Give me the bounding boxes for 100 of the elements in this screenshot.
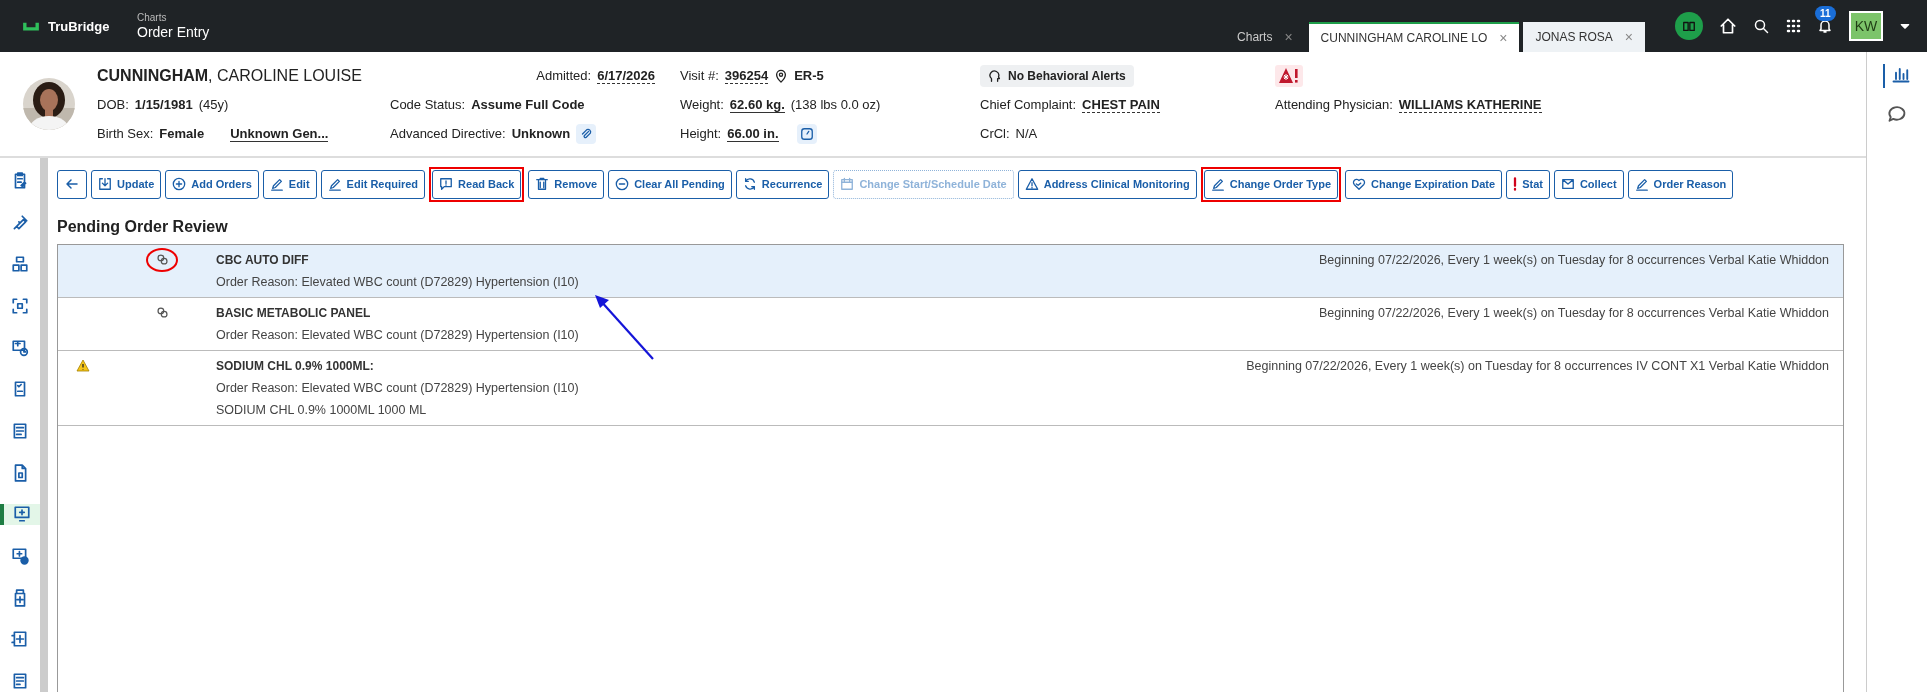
toolbar-button[interactable]: Clear All Pending bbox=[608, 169, 732, 199]
user-avatar[interactable]: KW bbox=[1849, 11, 1883, 41]
section-title: Pending Order Review bbox=[57, 218, 229, 236]
breadcrumb: Charts bbox=[137, 12, 168, 23]
order-schedule: Beginning 07/22/2026, Every 1 week(s) on Tuesday for 8 occurrences Verbal Katie Whiddon bbox=[1318, 306, 1829, 320]
pencil-icon bbox=[1634, 177, 1649, 191]
linked-rings-icon bbox=[155, 306, 169, 319]
scan-icon bbox=[11, 296, 29, 315]
page-title: Order Entry bbox=[137, 24, 210, 40]
field-label: Advanced Directive: bbox=[390, 126, 506, 141]
field-value: Assume Full Code bbox=[471, 97, 585, 112]
minus-circle-icon bbox=[615, 177, 630, 191]
toolbar-button[interactable]: Remove bbox=[528, 169, 605, 199]
speech-bubble-icon bbox=[439, 177, 454, 191]
behavioral-alerts-chip[interactable]: No Behavioral Alerts bbox=[980, 64, 1134, 87]
field-value[interactable]: CHEST PAIN bbox=[1082, 96, 1160, 113]
trash-icon bbox=[535, 177, 550, 191]
weight-conversion: (138 lbs 0.0 oz) bbox=[790, 97, 881, 112]
open-book-drawing bbox=[1682, 19, 1696, 33]
brand-name: TruBridge bbox=[48, 18, 110, 34]
patient-tab[interactable]: Charts × bbox=[1225, 22, 1305, 52]
alert-icon[interactable] bbox=[1275, 64, 1303, 87]
exclamation-icon bbox=[1513, 177, 1518, 191]
field-value[interactable]: 6/17/2026 bbox=[597, 67, 655, 84]
toolbar-button[interactable]: Collect bbox=[1553, 169, 1624, 199]
field-label: Code Status: bbox=[390, 97, 466, 112]
field-value[interactable]: 66.00 in. bbox=[727, 125, 779, 142]
document-icon bbox=[11, 421, 29, 440]
field-value[interactable]: Unknown Gen... bbox=[230, 125, 329, 142]
gauge-icon bbox=[799, 126, 814, 141]
book-icon[interactable] bbox=[1675, 12, 1703, 40]
patient-tab[interactable]: CUNNINGHAM CAROLINE LO × bbox=[1308, 22, 1520, 52]
download-box-icon bbox=[98, 177, 112, 191]
location: ER-5 bbox=[794, 68, 824, 83]
toolbar-button[interactable]: Stat bbox=[1506, 169, 1550, 199]
patient-tab[interactable]: JONAS ROSA × bbox=[1523, 22, 1645, 52]
field-label: Attending Physician: bbox=[1275, 97, 1393, 112]
toolbar-button[interactable]: Change Order Type bbox=[1203, 169, 1339, 199]
field-label: Visit #: bbox=[680, 68, 719, 83]
field-value: N/A bbox=[1015, 126, 1038, 141]
field-value: 1/15/1981 bbox=[134, 97, 193, 112]
heart-icon bbox=[1352, 177, 1367, 191]
toolbar-button[interactable]: Update bbox=[91, 169, 162, 199]
order-row[interactable]: CBC AUTO DIFF Beginning 07/22/2026, Every 1 week(s) on Tuesday for 8 occurrences Verbal Katie Whiddon Order Reason: Elevated WBC count (D72829) Hypertension (I10) bbox=[58, 245, 1843, 298]
warning-icon bbox=[76, 359, 90, 372]
field-value[interactable]: WILLIAMS KATHERINE bbox=[1398, 96, 1542, 113]
search-icon bbox=[1753, 18, 1769, 34]
field-value: Female bbox=[159, 126, 205, 141]
back-button[interactable] bbox=[57, 169, 87, 199]
toolbar-button[interactable]: Edit Required bbox=[320, 169, 426, 199]
toolbar-button[interactable]: Address Clinical Monitoring bbox=[1017, 169, 1197, 199]
order-detail: SODIUM CHL 0.9% 1000ML 1000 ML bbox=[216, 403, 428, 417]
monitor-plus-icon bbox=[13, 505, 31, 524]
field-label: CrCl: bbox=[980, 126, 1010, 141]
order-row[interactable]: BASIC METABOLIC PANEL Beginning 07/22/2026, Every 1 week(s) on Tuesday for 8 occurrences Verbal Katie Whiddon Order Reason: Elevated WBC count (D72829) Hypertension (I10) bbox=[58, 298, 1843, 351]
pencil-icon bbox=[327, 177, 342, 191]
field-label: DOB: bbox=[97, 97, 129, 112]
apps-grid-icon bbox=[1785, 18, 1801, 34]
warning-triangle-icon bbox=[1024, 177, 1039, 191]
home-icon bbox=[1719, 17, 1737, 35]
back-arrow-icon bbox=[64, 176, 80, 192]
pencil-icon bbox=[1210, 177, 1225, 191]
annotation-arrow bbox=[593, 293, 655, 361]
square-plus-icon bbox=[11, 630, 29, 649]
calendar-icon bbox=[840, 177, 855, 191]
order-title: SODIUM CHL 0.9% 1000ML: bbox=[216, 359, 375, 373]
order-schedule: Beginning 07/22/2026, Every 1 week(s) on Tuesday for 8 occurrences IV CONT X1 Verbal Katie Whiddon bbox=[1246, 359, 1829, 373]
order-detail: Order Reason: Elevated WBC count (D72829) Hypertension (I10) bbox=[216, 328, 580, 342]
field-label: Admitted: bbox=[536, 68, 592, 83]
toolbar-button[interactable]: Read Back bbox=[432, 169, 522, 199]
boxes-icon bbox=[11, 255, 29, 274]
envelope-icon bbox=[1560, 177, 1575, 191]
toolbar-button[interactable]: Order Reason bbox=[1627, 169, 1734, 199]
field-label: Chief Complaint: bbox=[980, 97, 1077, 112]
paperclip-icon bbox=[579, 126, 594, 141]
order-title: CBC AUTO DIFF bbox=[216, 253, 310, 267]
age: (45y) bbox=[198, 97, 229, 112]
toolbar-button[interactable]: Change Expiration Date bbox=[1345, 169, 1503, 199]
order-detail: Order Reason: Elevated WBC count (D72829) Hypertension (I10) bbox=[216, 381, 580, 395]
syringe-icon bbox=[11, 213, 29, 232]
clock-screen-icon bbox=[11, 338, 29, 357]
attachment-button[interactable] bbox=[576, 123, 597, 144]
field-label: Height: bbox=[680, 126, 722, 141]
refresh-icon bbox=[742, 177, 757, 191]
linked-rings-icon bbox=[155, 253, 169, 266]
pencil-icon bbox=[269, 177, 284, 191]
order-title: BASIC METABOLIC PANEL bbox=[216, 306, 372, 320]
field-value[interactable]: 396254 bbox=[724, 67, 769, 84]
toolbar-button[interactable]: Edit bbox=[262, 169, 317, 199]
field-label: Weight: bbox=[680, 97, 724, 112]
toolbar-button[interactable]: Recurrence bbox=[735, 169, 830, 199]
plus-circle-icon bbox=[172, 177, 187, 191]
toolbar-button[interactable]: Add Orders bbox=[165, 169, 259, 199]
field-value[interactable]: 62.60 kg. bbox=[729, 96, 785, 113]
sidebar-item[interactable] bbox=[0, 503, 40, 526]
location-pin-icon bbox=[774, 68, 789, 83]
order-schedule: Beginning 07/22/2026, Every 1 week(s) on Tuesday for 8 occurrences Verbal Katie Whiddon bbox=[1318, 253, 1829, 267]
list-document-icon bbox=[11, 672, 29, 691]
patient-name: CUNNINGHAM, CAROLINE LOUISE bbox=[97, 66, 363, 85]
field-value: Unknown bbox=[511, 126, 571, 141]
